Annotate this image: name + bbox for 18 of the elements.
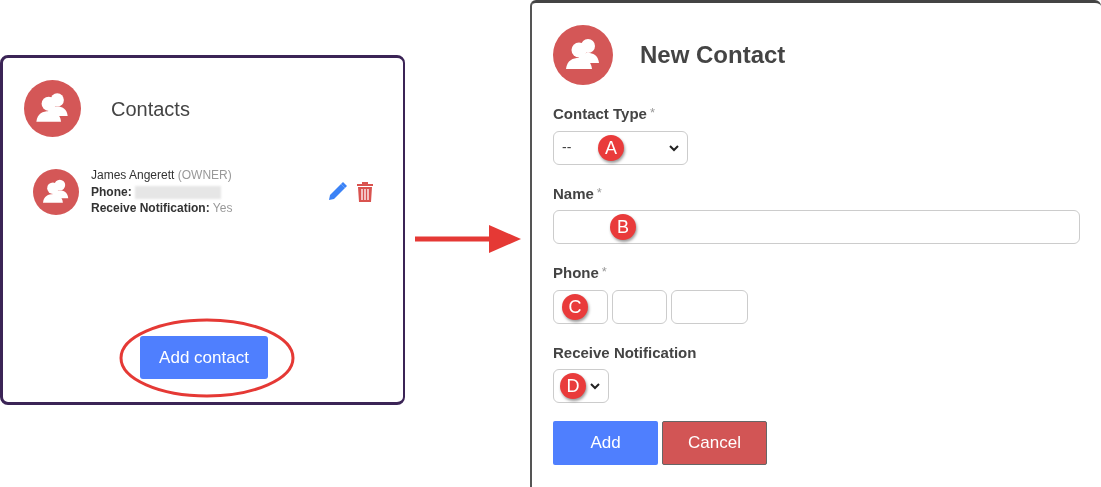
add-contact-button[interactable]: Add contact [140,336,268,379]
form-title: New Contact [640,40,786,70]
notification-value: Yes [212,201,233,215]
cancel-button[interactable]: Cancel [662,421,767,465]
field-label: Name [553,184,594,202]
field-label: Receive Notification [553,343,697,361]
field-label: Contact Type [553,105,647,122]
add-button[interactable]: Add [553,421,658,465]
notification-label: Receive Notification: [91,201,210,215]
contact-name: James Angerett (OWNER) [91,167,233,184]
required-mark: * [601,264,607,279]
required-mark: * [596,184,602,200]
phone-label: Phone: [91,184,132,199]
annotation-marker: A [598,134,624,161]
annotation-marker: D [560,373,586,399]
field-label: Phone [553,264,599,281]
panel-title: Contacts [111,96,190,122]
required-mark: * [649,105,655,120]
